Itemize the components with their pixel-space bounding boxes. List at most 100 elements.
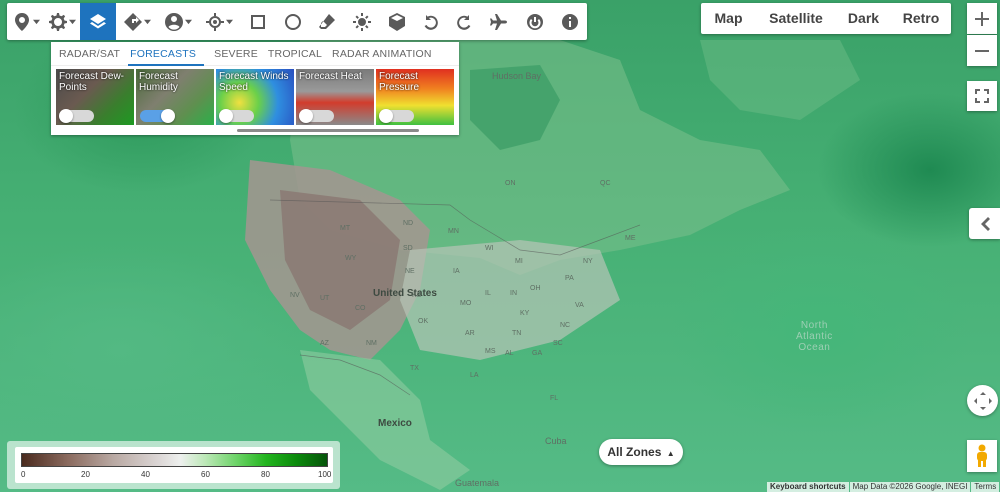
tab-severe[interactable]: SEVERE (212, 42, 266, 66)
fullscreen-button[interactable] (967, 81, 997, 111)
panel-tabs: RADAR/SAT FORECASTS SEVERE TROPICAL RADAR AN… (51, 42, 459, 66)
forecast-card-title: Forecast Humidity (139, 71, 178, 93)
state-label: OH (530, 285, 541, 292)
layers-icon (90, 13, 107, 28)
person-tool-button[interactable] (158, 3, 198, 40)
legend-color-scale (21, 453, 328, 467)
airplane-icon (490, 13, 508, 30)
eraser-tool-button[interactable] (310, 3, 345, 40)
state-label: AL (505, 350, 514, 357)
legend-box: 0 20 40 60 80 100 (15, 447, 333, 483)
forecast-card-forecast-pressure[interactable]: Forecast Pressure (376, 69, 454, 125)
state-label: AR (465, 330, 475, 337)
state-label: NY (583, 258, 593, 265)
layer-toggle-switch[interactable] (140, 109, 175, 123)
label-north-atlantic: North Atlantic Ocean (796, 320, 833, 353)
label-mexico: Mexico (378, 418, 412, 429)
tab-tropical[interactable]: TROPICAL (266, 42, 330, 66)
map-attribution: Keyboard shortcuts Map Data ©2026 Google… (766, 482, 1000, 492)
zoom-out-button[interactable] (967, 35, 997, 66)
legend-tick-label: 100 (318, 470, 332, 479)
all-zones-button[interactable]: All Zones ▲ (599, 439, 683, 465)
layer-toggle-switch[interactable] (299, 109, 334, 123)
toggle-knob (219, 109, 233, 123)
forecast-card-title: Forecast Dew-Points (59, 71, 125, 93)
state-label: PA (565, 275, 574, 282)
chevron-left-icon (980, 216, 990, 231)
state-label: WY (345, 255, 357, 262)
toggle-knob (299, 109, 313, 123)
keyboard-shortcuts-link[interactable]: Keyboard shortcuts (767, 482, 849, 492)
caret-down-icon (184, 19, 192, 25)
state-label: AZ (320, 340, 329, 347)
street-view-pegman[interactable] (967, 440, 997, 472)
legend-tick-label: 40 (141, 470, 150, 479)
forecast-cards: Forecast Dew-Points Forecast Humidity Fore… (51, 66, 459, 125)
layer-toggle-switch[interactable] (59, 109, 94, 123)
pan-control-button[interactable] (967, 385, 998, 416)
state-label: QC (600, 180, 611, 187)
terms-link[interactable]: Terms (971, 482, 1000, 492)
layers-tool-button[interactable] (80, 3, 116, 40)
layer-toggle-switch[interactable] (219, 109, 254, 123)
state-label: MN (448, 228, 459, 235)
map-data-credit: Map Data ©2026 Google, INEGI (849, 482, 971, 492)
my-location-tool-button[interactable] (198, 3, 242, 40)
label-cuba: Cuba (545, 436, 567, 446)
state-label: VA (575, 302, 584, 309)
tab-radar-animation[interactable]: RADAR ANIMATION (330, 42, 440, 66)
directions-tool-button[interactable] (116, 3, 159, 40)
map-type-map[interactable]: Map (701, 3, 756, 34)
sun-icon (353, 12, 372, 31)
circle-tool-button[interactable] (275, 3, 310, 40)
state-label: NE (405, 268, 415, 275)
info-icon (561, 13, 578, 30)
humidity-legend: 0 20 40 60 80 100 (7, 441, 340, 489)
eraser-icon (319, 13, 336, 29)
circle-icon (284, 13, 301, 30)
layer-toggle-switch[interactable] (379, 109, 414, 123)
sun-tool-button[interactable] (345, 3, 381, 40)
side-panel-toggle[interactable] (969, 208, 1000, 239)
state-label: FL (550, 395, 559, 402)
map-toolbar (7, 3, 587, 40)
tab-forecasts[interactable]: FORECASTS (128, 42, 205, 66)
legend-tick-label: 60 (201, 470, 210, 479)
cube-tool-button[interactable] (380, 3, 414, 40)
forecast-card-forecast-humidity[interactable]: Forecast Humidity (136, 69, 214, 125)
state-label: ME (625, 235, 636, 242)
power-tool-button[interactable] (518, 3, 553, 40)
undo-icon (424, 14, 438, 30)
zoom-in-button[interactable] (967, 3, 997, 34)
plus-icon (975, 11, 989, 26)
square-tool-button[interactable] (242, 3, 276, 40)
state-label: IL (485, 290, 491, 297)
redo-tool-button[interactable] (447, 3, 481, 40)
info-tool-button[interactable] (552, 3, 587, 40)
airplane-tool-button[interactable] (481, 3, 518, 40)
directions-icon (123, 12, 142, 31)
forecast-card-forecast-winds-speed[interactable]: Forecast Winds Speed (216, 69, 294, 125)
gear-tool-button[interactable] (46, 3, 81, 40)
label-guatemala: Guatemala (455, 478, 500, 488)
location-pin-tool-button[interactable] (7, 3, 46, 40)
caret-down-icon (226, 19, 234, 25)
map-type-satellite[interactable]: Satellite (756, 3, 836, 34)
caret-down-icon (69, 19, 77, 25)
map-type-retro[interactable]: Retro (891, 3, 951, 34)
forecast-card-forecast-heat[interactable]: Forecast Heat (296, 69, 374, 125)
label-hudson-bay: Hudson Bay (492, 71, 542, 81)
map-type-dark[interactable]: Dark (836, 3, 891, 34)
legend-tick-label: 0 (21, 470, 26, 479)
state-label: ON (505, 180, 516, 187)
state-label: IA (453, 268, 460, 275)
tab-radar-sat[interactable]: RADAR/SAT (57, 42, 128, 66)
state-label: MI (515, 258, 523, 265)
forecast-card-forecast-dew-points[interactable]: Forecast Dew-Points (56, 69, 134, 125)
square-icon (251, 14, 266, 29)
panel-scrollbar[interactable] (237, 129, 419, 132)
state-label: TN (512, 330, 522, 337)
undo-tool-button[interactable] (414, 3, 448, 40)
forecast-card-title: Forecast Winds Speed (219, 71, 289, 93)
state-label: KY (520, 310, 530, 317)
